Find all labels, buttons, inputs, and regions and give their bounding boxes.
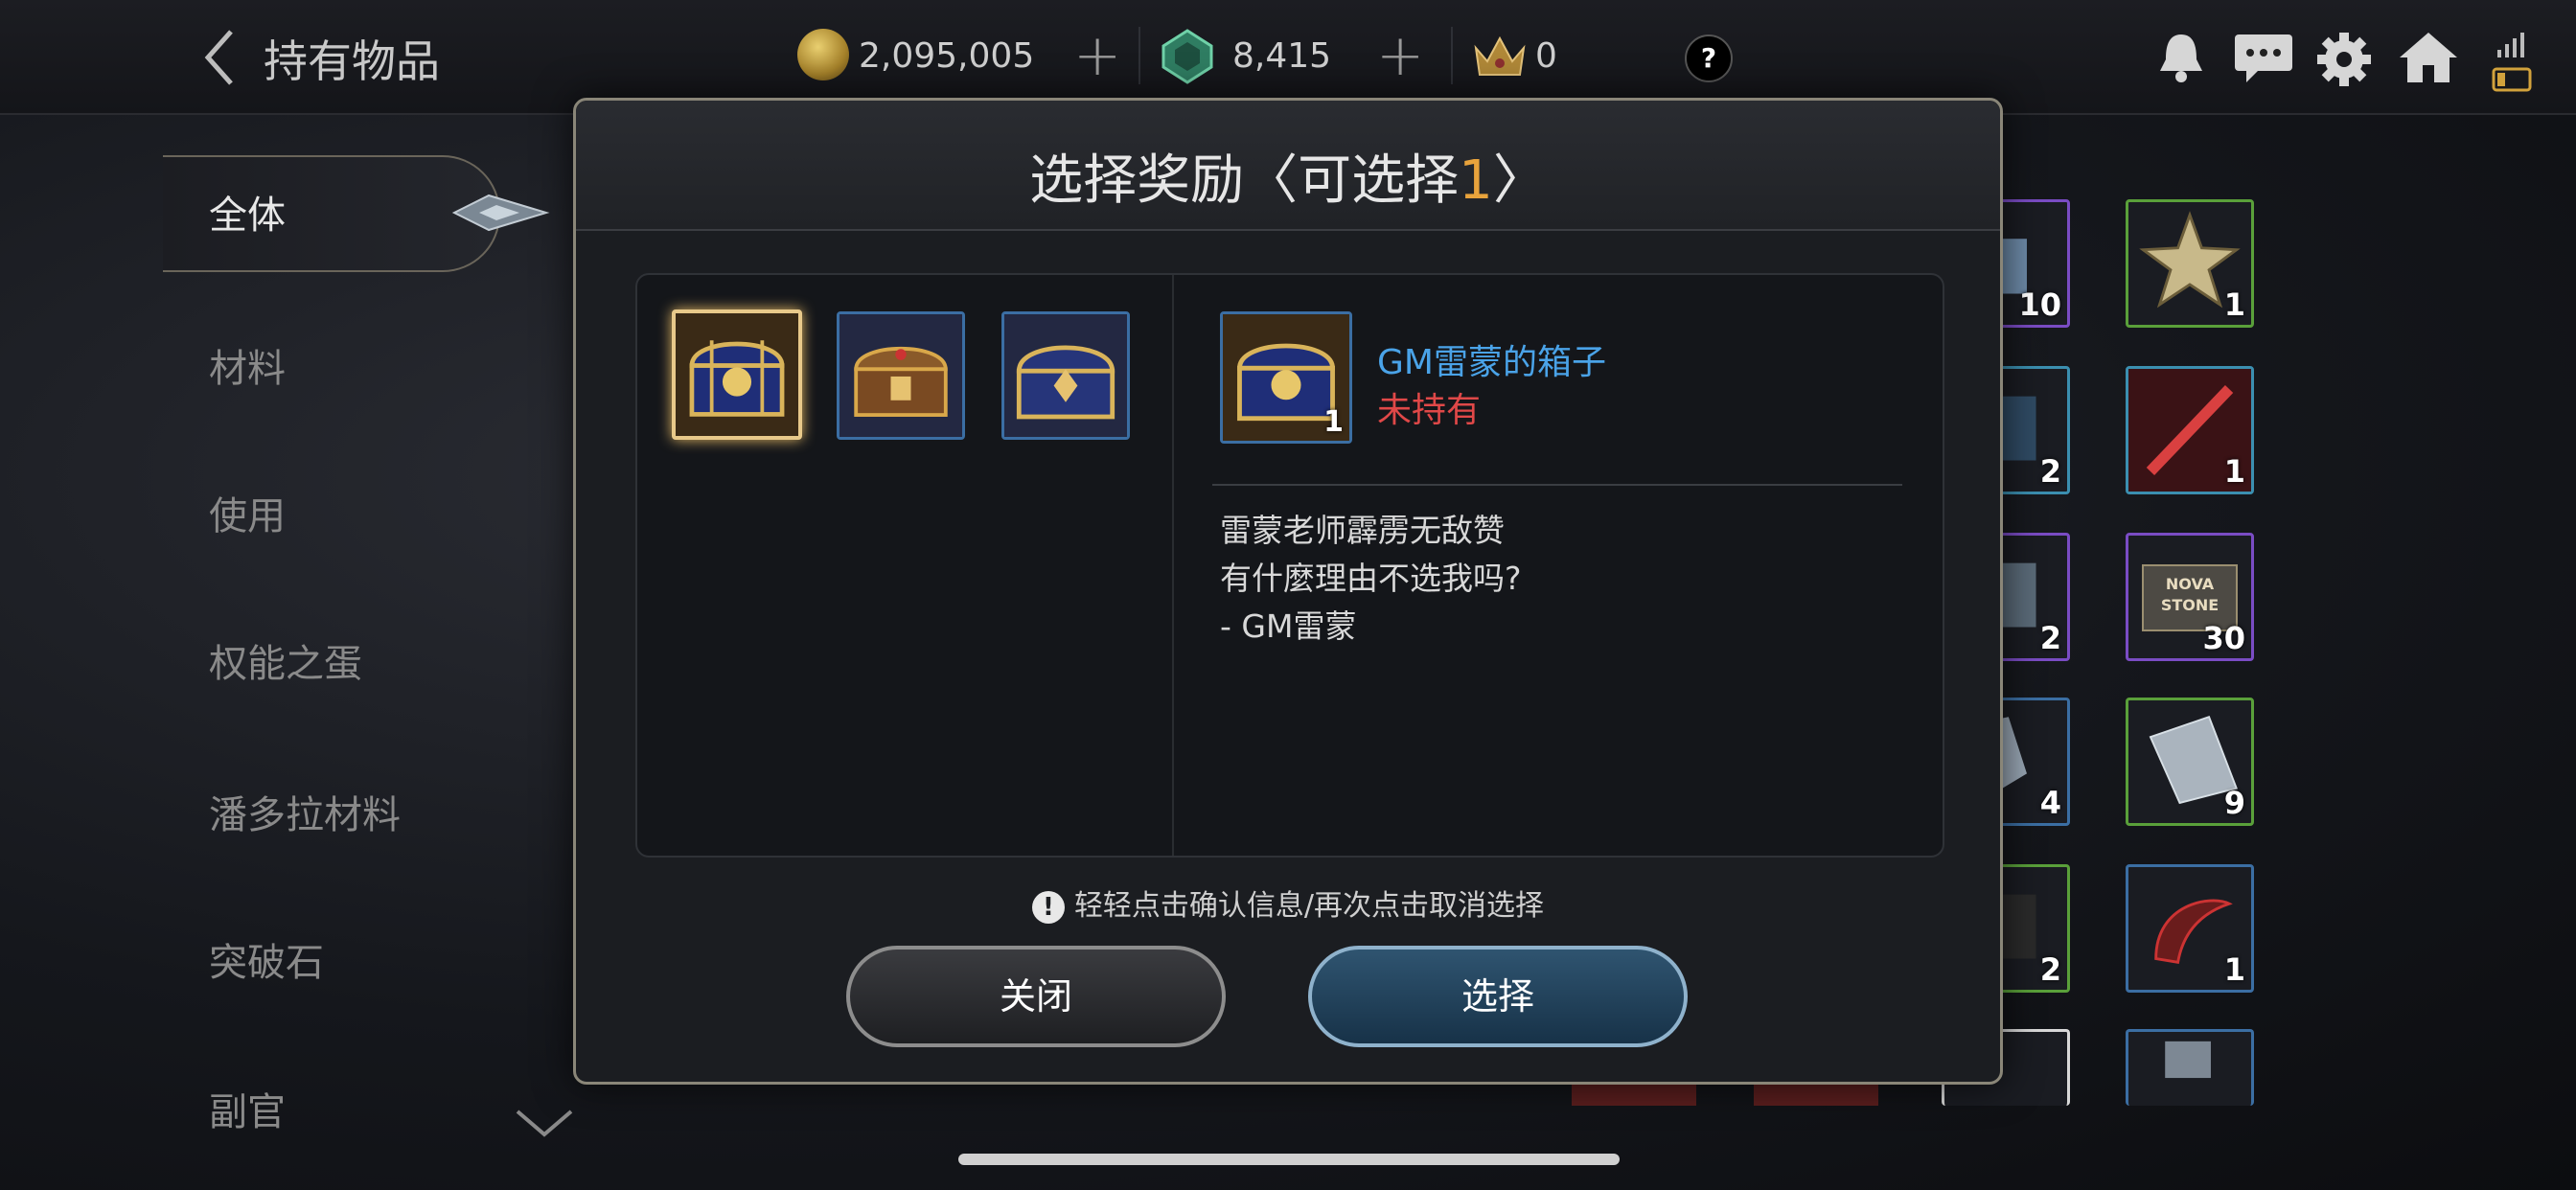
panel-divider xyxy=(1172,275,1174,856)
detail-divider xyxy=(1212,484,1902,486)
chat-icon[interactable] xyxy=(2233,33,2294,84)
detail-item-icon: 1 xyxy=(1220,311,1352,444)
gold-amount: 2,095,005 xyxy=(859,36,1035,76)
grid-item-partial xyxy=(1754,1083,1878,1106)
reward-option-blue-chest[interactable] xyxy=(1001,311,1130,440)
info-icon: ! xyxy=(1031,890,1065,924)
sidebar-item-adjutant[interactable]: 副官 xyxy=(209,1081,286,1136)
dialog-title-suffix: 〉 xyxy=(1492,149,1547,212)
dialog-title-count: 1 xyxy=(1459,149,1493,212)
home-icon[interactable] xyxy=(2398,29,2459,86)
gear-icon[interactable] xyxy=(2315,31,2373,88)
detail-description-line: 雷蒙老师霹雳无敌赞 xyxy=(1220,512,1505,549)
detail-item-status: 未持有 xyxy=(1377,391,1482,430)
reward-select-dialog: 选择奖励〈可选择1〉 1 GM雷蒙的箱子 未持有 雷蒙老师霹雳无敌赞 有什麼理由… xyxy=(573,98,2003,1085)
select-button[interactable]: 选择 xyxy=(1308,946,1688,1047)
divider xyxy=(1451,27,1453,84)
sidebar-item-breakthrough[interactable]: 突破石 xyxy=(209,931,324,987)
detail-item-count: 1 xyxy=(1323,405,1344,439)
bell-icon[interactable] xyxy=(2154,29,2208,86)
reward-option-gold-chest[interactable] xyxy=(837,311,965,440)
gold-chest-icon xyxy=(840,314,962,437)
reward-option-gm-chest[interactable] xyxy=(672,309,802,440)
grid-item-partial xyxy=(1572,1083,1696,1106)
add-gold-button[interactable]: + xyxy=(1073,27,1121,84)
dialog-title-text: 选择奖励〈可选择 xyxy=(1029,149,1460,212)
sidebar-item-eggs[interactable]: 权能之蛋 xyxy=(209,632,362,688)
help-icon[interactable]: ? xyxy=(1685,34,1733,82)
sidebar-item-pandora[interactable]: 潘多拉材料 xyxy=(209,784,401,839)
grid-item[interactable]: 1 xyxy=(2126,366,2254,494)
sidebar-item-materials[interactable]: 材料 xyxy=(209,337,286,393)
blue-chest-icon xyxy=(1004,314,1127,437)
close-button[interactable]: 关闭 xyxy=(846,946,1226,1047)
divider xyxy=(1138,27,1140,84)
detail-item-name: GM雷蒙的箱子 xyxy=(1377,343,1606,382)
sidebar-item-all[interactable]: 全体 xyxy=(209,184,286,240)
hint-row: ! 轻轻点击确认信息/再次点击取消选择 xyxy=(576,881,2000,924)
grid-item[interactable]: 1 xyxy=(2126,199,2254,328)
gold-coin-icon xyxy=(797,29,849,80)
hammer-icon xyxy=(2165,1041,2211,1079)
detail-description-line: 有什麼理由不选我吗? xyxy=(1220,560,1522,597)
grid-item[interactable]: NOVA STONE 30 xyxy=(2126,533,2254,661)
blue-gold-chest-icon xyxy=(676,313,798,436)
gem-icon xyxy=(1162,29,1213,84)
grid-item[interactable]: 9 xyxy=(2126,698,2254,826)
dialog-header: 选择奖励〈可选择1〉 xyxy=(576,101,2000,231)
dialog-title: 选择奖励〈可选择1〉 xyxy=(576,137,2000,215)
add-gem-button[interactable]: + xyxy=(1376,27,1424,84)
gem-amount: 8,415 xyxy=(1232,36,1332,76)
crown-amount: 0 xyxy=(1535,36,1557,76)
detail-description-line: - GM雷蒙 xyxy=(1220,607,1357,645)
reward-panel: 1 GM雷蒙的箱子 未持有 雷蒙老师霹雳无敌赞 有什麼理由不选我吗? - GM雷… xyxy=(635,273,1944,858)
crown-icon xyxy=(1474,35,1526,76)
sidebar-item-use[interactable]: 使用 xyxy=(209,485,286,540)
selection-arrow-icon xyxy=(451,194,550,232)
hint-text: 轻轻点击确认信息/再次点击取消选择 xyxy=(1073,889,1545,923)
home-indicator[interactable] xyxy=(958,1154,1620,1165)
grid-item[interactable]: 1 xyxy=(2126,864,2254,993)
page-title: 持有物品 xyxy=(264,35,440,87)
chevron-down-icon[interactable] xyxy=(512,1104,577,1142)
back-arrow-icon[interactable] xyxy=(196,24,244,91)
grid-item[interactable] xyxy=(2126,1029,2254,1106)
signal-battery-icon xyxy=(2492,33,2532,92)
